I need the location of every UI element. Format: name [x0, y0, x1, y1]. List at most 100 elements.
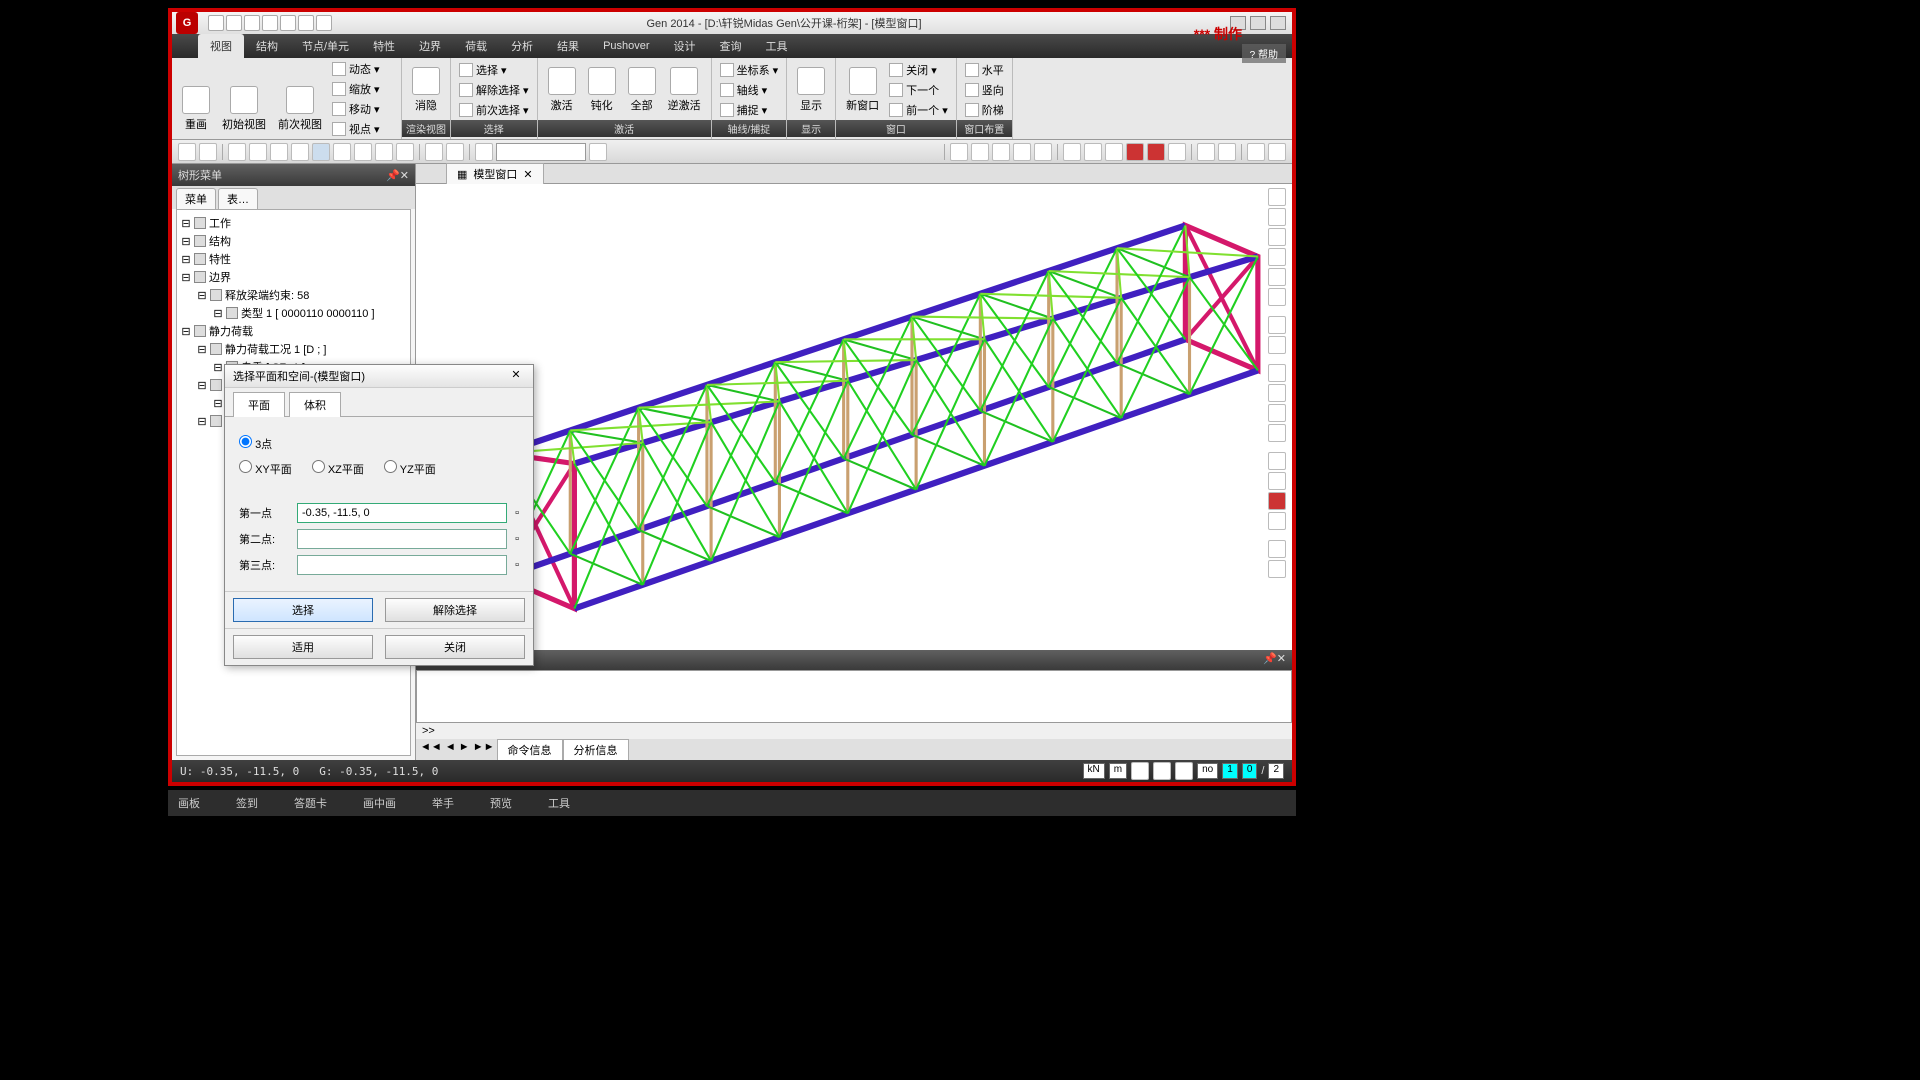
mdi-tab-close-icon[interactable]: ✕ — [523, 168, 532, 181]
tab-volume[interactable]: 体积 — [289, 392, 341, 417]
radio-xy[interactable]: XY平面 — [239, 460, 292, 477]
menu-特性[interactable]: 特性 — [361, 34, 407, 58]
ribbon-前次视图[interactable]: 前次视图 — [274, 82, 326, 136]
view-iso-icon[interactable] — [1105, 143, 1123, 161]
input-point1[interactable] — [297, 503, 507, 523]
ribbon-动态 ▾[interactable]: 动态 ▾ — [330, 60, 395, 78]
zoom-window-icon[interactable] — [1268, 208, 1286, 226]
undo-icon[interactable] — [178, 143, 196, 161]
tree-node[interactable]: ⊟工作 — [181, 214, 406, 232]
ribbon-竖向[interactable]: 竖向 — [963, 81, 1006, 99]
val3[interactable]: 2 — [1268, 763, 1284, 779]
snap-perp-icon[interactable] — [1013, 143, 1031, 161]
show-hidden-icon[interactable] — [1247, 143, 1265, 161]
tree-node[interactable]: ⊟静力荷载 — [181, 322, 406, 340]
ribbon-激活[interactable]: 激活 — [544, 63, 580, 117]
menu-设计[interactable]: 设计 — [662, 34, 708, 58]
ribbon-轴线 ▾[interactable]: 轴线 ▾ — [718, 81, 781, 99]
view-front-icon[interactable] — [1084, 143, 1102, 161]
ribbon-视点 ▾[interactable]: 视点 ▾ — [330, 120, 395, 138]
menu-查询[interactable]: 查询 — [708, 34, 754, 58]
bottom-tab-举手[interactable]: 举手 — [432, 795, 454, 811]
perspective-icon[interactable] — [1268, 472, 1286, 490]
ribbon-水平[interactable]: 水平 — [963, 61, 1006, 79]
info-close-icon[interactable]: ✕ — [1277, 652, 1286, 668]
bottom-tab-签到[interactable]: 签到 — [236, 795, 258, 811]
select-poly-icon[interactable] — [270, 143, 288, 161]
view-top2-icon[interactable] — [1268, 364, 1286, 382]
view-right-icon[interactable] — [1147, 143, 1165, 161]
maximize-button[interactable] — [1250, 16, 1266, 30]
tree-pin-icon[interactable]: 📌 — [386, 169, 400, 182]
qat-print-icon[interactable] — [298, 15, 314, 31]
radio-3point[interactable]: 3点 — [239, 435, 272, 452]
menu-荷载[interactable]: 荷载 — [453, 34, 499, 58]
ribbon-前次选择 ▾[interactable]: 前次选择 ▾ — [457, 101, 531, 119]
snap-node-icon[interactable] — [950, 143, 968, 161]
val1[interactable]: 1 — [1222, 763, 1238, 779]
radio-yz[interactable]: YZ平面 — [384, 460, 436, 477]
ribbon-重画[interactable]: 重画 — [178, 82, 214, 136]
prev-selection-icon[interactable] — [425, 143, 443, 161]
select-window-icon[interactable] — [249, 143, 267, 161]
filter-icon[interactable] — [589, 143, 607, 161]
tree-close-icon[interactable]: ✕ — [400, 169, 409, 182]
unit-force-combo[interactable]: kN — [1083, 763, 1105, 779]
mdi-tab-model[interactable]: ▦ 模型窗口 ✕ — [446, 163, 544, 184]
tree-tab-菜单[interactable]: 菜单 — [176, 188, 216, 209]
bottom-tab-画中画[interactable]: 画中画 — [363, 795, 396, 811]
status-icon1[interactable] — [1131, 762, 1149, 780]
tree-node[interactable]: ⊟结构 — [181, 232, 406, 250]
status-icon2[interactable] — [1153, 762, 1171, 780]
menu-视图[interactable]: 视图 — [198, 34, 244, 58]
activate-identity-icon[interactable] — [396, 143, 414, 161]
ribbon-新窗口[interactable]: 新窗口 — [842, 63, 883, 117]
activate-icon[interactable] — [375, 143, 393, 161]
unit-length-combo[interactable]: m — [1109, 763, 1127, 779]
tree-node[interactable]: ⊟静力荷载工况 1 [D ; ] — [181, 340, 406, 358]
zoom-fit-icon[interactable] — [1268, 188, 1286, 206]
input-point3[interactable] — [297, 555, 507, 575]
menu-结果[interactable]: 结果 — [545, 34, 591, 58]
lock-icon[interactable] — [1268, 143, 1286, 161]
ribbon-解除选择 ▾[interactable]: 解除选择 ▾ — [457, 81, 531, 99]
unselect-icon[interactable] — [354, 143, 372, 161]
ribbon-关闭 ▾[interactable]: 关闭 ▾ — [887, 61, 950, 79]
ribbon-消隐[interactable]: 消隐 — [408, 63, 444, 117]
tab-plane[interactable]: 平面 — [233, 392, 285, 417]
zoom-prev-icon[interactable] — [1268, 288, 1286, 306]
ribbon-阶梯[interactable]: 阶梯 — [963, 101, 1006, 119]
qat-redo-icon[interactable] — [280, 15, 296, 31]
menu-边界[interactable]: 边界 — [407, 34, 453, 58]
zoom-auto-icon[interactable] — [1268, 268, 1286, 286]
select-button[interactable]: 选择 — [233, 598, 373, 622]
apply-button[interactable]: 适用 — [233, 635, 373, 659]
qat-open-icon[interactable] — [226, 15, 242, 31]
view-left-icon[interactable] — [1168, 143, 1186, 161]
tree-node[interactable]: ⊟边界 — [181, 268, 406, 286]
grid-icon[interactable] — [1063, 143, 1081, 161]
info-pin-icon[interactable]: 📌 — [1263, 652, 1277, 668]
ribbon-逆激活[interactable]: 逆激活 — [664, 63, 705, 117]
qat-undo-icon[interactable] — [262, 15, 278, 31]
zoom-in-icon[interactable] — [1268, 228, 1286, 246]
ribbon-下一个[interactable]: 下一个 — [887, 81, 950, 99]
menu-Pushover[interactable]: Pushover — [591, 36, 661, 56]
ribbon-全部[interactable]: 全部 — [624, 63, 660, 117]
snap-int-icon[interactable] — [1034, 143, 1052, 161]
snap-elem-icon[interactable] — [971, 143, 989, 161]
bottom-tab-答题卡[interactable]: 答题卡 — [294, 795, 327, 811]
tree-node[interactable]: ⊟释放梁端约束: 58 — [181, 286, 406, 304]
menu-结构[interactable]: 结构 — [244, 34, 290, 58]
qat-zoom-icon[interactable] — [316, 15, 332, 31]
menu-分析[interactable]: 分析 — [499, 34, 545, 58]
tree-node[interactable]: ⊟特性 — [181, 250, 406, 268]
qat-save-icon[interactable] — [244, 15, 260, 31]
label-node-icon[interactable] — [1197, 143, 1215, 161]
select-intersect-icon[interactable] — [291, 143, 309, 161]
model-canvas[interactable] — [416, 184, 1292, 650]
val2[interactable]: 0 — [1242, 763, 1258, 779]
status-icon3[interactable] — [1175, 762, 1193, 780]
tab-command-info[interactable]: 命令信息 — [497, 739, 563, 760]
ribbon-前一个 ▾[interactable]: 前一个 ▾ — [887, 101, 950, 119]
